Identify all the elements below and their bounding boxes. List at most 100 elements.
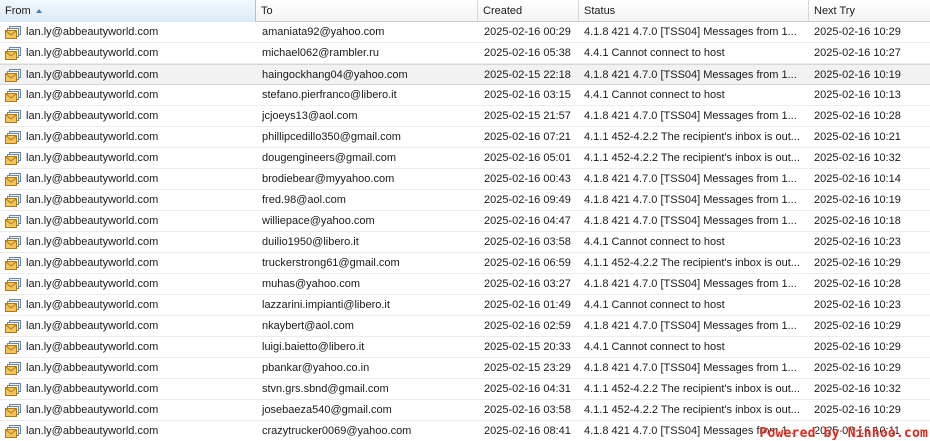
column-header-from[interactable]: From [0, 0, 256, 22]
cell-from: lan.ly@abbeautyworld.com [0, 400, 256, 420]
from-address: lan.ly@abbeautyworld.com [26, 320, 159, 332]
from-address: lan.ly@abbeautyworld.com [26, 425, 159, 437]
table-row[interactable]: lan.ly@abbeautyworld.com nkaybert@aol.com… [0, 316, 930, 337]
table-row[interactable]: lan.ly@abbeautyworld.com amaniata92@yahoo… [0, 22, 930, 43]
table-row[interactable]: lan.ly@abbeautyworld.com stefano.pierfran… [0, 85, 930, 106]
cell-created: 2025-02-16 08:41 [484, 425, 571, 437]
table-row[interactable]: lan.ly@abbeautyworld.com haingockhang04@y… [0, 64, 930, 85]
from-address: lan.ly@abbeautyworld.com [26, 110, 159, 122]
cell-status: 4.1.8 421 4.7.0 [TSS04] Messages from 1.… [584, 215, 797, 227]
column-header-label: From [5, 5, 31, 17]
cell-created: 2025-02-15 21:57 [484, 110, 571, 122]
cell-to: haingockhang04@yahoo.com [262, 69, 408, 81]
cell-next-try: 2025-02-16 10:13 [814, 89, 901, 101]
from-address: lan.ly@abbeautyworld.com [26, 257, 159, 269]
cell-created: 2025-02-15 22:18 [484, 69, 571, 81]
table-row[interactable]: lan.ly@abbeautyworld.com josebaeza540@gma… [0, 400, 930, 421]
cell-next-try: 2025-02-16 10:29 [814, 257, 901, 269]
cell-status: 4.4.1 Cannot connect to host [584, 47, 725, 59]
cell-to: stvn.grs.sbnd@gmail.com [262, 383, 389, 395]
cell-next-try: 2025-02-16 10:29 [814, 26, 901, 38]
cell-from: lan.ly@abbeautyworld.com [0, 211, 256, 231]
cell-status: 4.1.8 421 4.7.0 [TSS04] Messages from 1.… [584, 362, 797, 374]
cell-next-try: 2025-02-16 10:27 [814, 47, 901, 59]
cell-to: josebaeza540@gmail.com [262, 404, 392, 416]
cell-to: duilio1950@libero.it [262, 236, 359, 248]
table-row[interactable]: lan.ly@abbeautyworld.com duilio1950@liber… [0, 232, 930, 253]
cell-from: lan.ly@abbeautyworld.com [0, 253, 256, 273]
cell-created: 2025-02-16 04:47 [484, 215, 571, 227]
cell-from: lan.ly@abbeautyworld.com [0, 65, 256, 85]
cell-next-try: 2025-02-16 10:29 [814, 320, 901, 332]
cell-status: 4.1.8 421 4.7.0 [TSS04] Messages from 1.… [584, 110, 797, 122]
column-header-created[interactable]: Created [478, 0, 579, 22]
cell-to: amaniata92@yahoo.com [262, 26, 385, 38]
cell-status: 4.1.8 421 4.7.0 [TSS04] Messages from 1.… [584, 173, 797, 185]
cell-created: 2025-02-16 06:59 [484, 257, 571, 269]
table-row[interactable]: lan.ly@abbeautyworld.com fred.98@aol.com 2… [0, 190, 930, 211]
cell-from: lan.ly@abbeautyworld.com [0, 127, 256, 147]
cell-status: 4.1.1 452-4.2.2 The recipient's inbox is… [584, 257, 800, 269]
table-row[interactable]: lan.ly@abbeautyworld.com luigi.baietto@li… [0, 337, 930, 358]
table-row[interactable]: lan.ly@abbeautyworld.com truckerstrong61@… [0, 253, 930, 274]
mail-queue-grid: From To Created Status Next Try lan.ly@a… [0, 0, 930, 441]
table-row[interactable]: lan.ly@abbeautyworld.com stvn.grs.sbnd@gm… [0, 379, 930, 400]
cell-to: phillipcedillo350@gmail.com [262, 131, 401, 143]
cell-next-try: 2025-02-16 10:19 [814, 194, 901, 206]
table-row[interactable]: lan.ly@abbeautyworld.com muhas@yahoo.com 2… [0, 274, 930, 295]
cell-status: 4.4.1 Cannot connect to host [584, 89, 725, 101]
cell-to: stefano.pierfranco@libero.it [262, 89, 397, 101]
cell-created: 2025-02-16 03:58 [484, 236, 571, 248]
cell-created: 2025-02-16 03:58 [484, 404, 571, 416]
cell-created: 2025-02-16 05:38 [484, 47, 571, 59]
from-address: lan.ly@abbeautyworld.com [26, 383, 159, 395]
cell-created: 2025-02-16 07:21 [484, 131, 571, 143]
table-row[interactable]: lan.ly@abbeautyworld.com jcjoeys13@aol.co… [0, 106, 930, 127]
from-address: lan.ly@abbeautyworld.com [26, 173, 159, 185]
from-address: lan.ly@abbeautyworld.com [26, 341, 159, 353]
table-row[interactable]: lan.ly@abbeautyworld.com williepace@yahoo… [0, 211, 930, 232]
from-address: lan.ly@abbeautyworld.com [26, 26, 159, 38]
cell-from: lan.ly@abbeautyworld.com [0, 379, 256, 399]
cell-status: 4.4.1 Cannot connect to host [584, 341, 725, 353]
cell-status: 4.1.8 421 4.7.0 [TSS04] Messages from 1.… [584, 320, 797, 332]
cell-to: lazzarini.impianti@libero.it [262, 299, 390, 311]
from-address: lan.ly@abbeautyworld.com [26, 194, 159, 206]
table-row[interactable]: lan.ly@abbeautyworld.com brodiebear@myyah… [0, 169, 930, 190]
cell-status: 4.1.1 452-4.2.2 The recipient's inbox is… [584, 152, 800, 164]
cell-status: 4.4.1 Cannot connect to host [584, 236, 725, 248]
from-address: lan.ly@abbeautyworld.com [26, 47, 159, 59]
cell-from: lan.ly@abbeautyworld.com [0, 295, 256, 315]
cell-to: michael062@rambler.ru [262, 47, 379, 59]
table-row[interactable]: lan.ly@abbeautyworld.com dougengineers@gm… [0, 148, 930, 169]
cell-from: lan.ly@abbeautyworld.com [0, 85, 256, 105]
cell-from: lan.ly@abbeautyworld.com [0, 421, 256, 441]
cell-next-try: 2025-02-16 10:28 [814, 110, 901, 122]
table-row[interactable]: lan.ly@abbeautyworld.com lazzarini.impian… [0, 295, 930, 316]
sort-ascending-icon [35, 9, 42, 13]
column-header-next-try[interactable]: Next Try [809, 0, 930, 22]
column-header-label: Status [584, 5, 616, 17]
cell-to: muhas@yahoo.com [262, 278, 360, 290]
from-address: lan.ly@abbeautyworld.com [26, 152, 159, 164]
table-row[interactable]: lan.ly@abbeautyworld.com michael062@rambl… [0, 43, 930, 64]
cell-next-try: 2025-02-16 10:23 [814, 299, 901, 311]
cell-from: lan.ly@abbeautyworld.com [0, 169, 256, 189]
cell-status: 4.1.1 452-4.2.2 The recipient's inbox is… [584, 383, 800, 395]
column-header-status[interactable]: Status [579, 0, 809, 22]
watermark: Powered by Ninhoo.com [759, 426, 928, 441]
cell-created: 2025-02-16 09:49 [484, 194, 571, 206]
cell-created: 2025-02-16 00:43 [484, 173, 571, 185]
cell-from: lan.ly@abbeautyworld.com [0, 106, 256, 126]
from-address: lan.ly@abbeautyworld.com [26, 362, 159, 374]
table-row[interactable]: lan.ly@abbeautyworld.com pbankar@yahoo.co… [0, 358, 930, 379]
column-header-to[interactable]: To [256, 0, 478, 22]
cell-to: pbankar@yahoo.co.in [262, 362, 370, 374]
cell-status: 4.1.8 421 4.7.0 [TSS04] Messages from 1.… [584, 26, 797, 38]
cell-created: 2025-02-16 03:27 [484, 278, 571, 290]
cell-from: lan.ly@abbeautyworld.com [0, 232, 256, 252]
table-row[interactable]: lan.ly@abbeautyworld.com phillipcedillo35… [0, 127, 930, 148]
from-address: lan.ly@abbeautyworld.com [26, 215, 159, 227]
cell-to: crazytrucker0069@yahoo.com [262, 425, 412, 437]
column-header-label: Next Try [814, 5, 855, 17]
